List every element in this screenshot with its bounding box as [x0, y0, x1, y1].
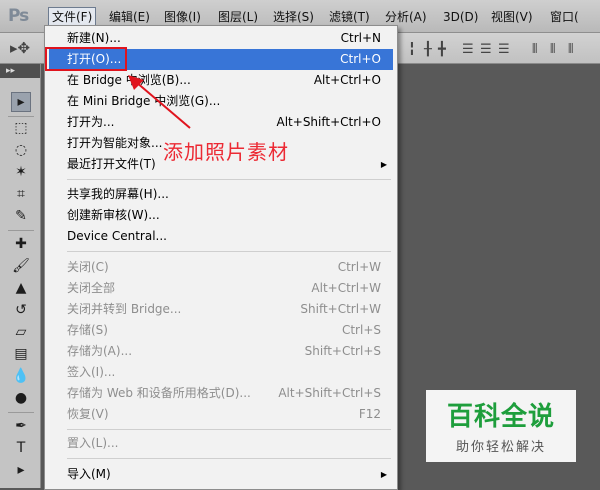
dodge-tool-icon[interactable]: ● [11, 388, 31, 408]
menu-item-import[interactable]: 导入(M) ▶ [49, 464, 393, 485]
menu-divider [67, 458, 391, 459]
annotation-arrow-icon [128, 75, 191, 129]
menu-item-share-screen[interactable]: 共享我的屏幕(H)... [49, 184, 393, 205]
menu-item-close-all[interactable]: 关闭全部 Alt+Ctrl+W [49, 278, 393, 299]
align-top-icon[interactable]: ╏ [408, 42, 416, 57]
distribute-bottom-icon[interactable]: ☰ [498, 42, 510, 57]
tool-divider [8, 412, 34, 413]
pen-tool-icon[interactable]: ✒ [11, 416, 31, 436]
distribute-right-icon[interactable]: ⫴ [568, 42, 573, 57]
distribute-hcenter-icon[interactable]: ⫴ [550, 42, 555, 57]
watermark: 百科全说 助你轻松解决 [426, 390, 576, 462]
annotation-text: 添加照片素材 [163, 140, 289, 164]
menu-item-save[interactable]: 存储(S) Ctrl+S [49, 320, 393, 341]
eraser-tool-icon[interactable]: ▱ [11, 322, 31, 342]
gradient-tool-icon[interactable]: ▤ [11, 344, 31, 364]
photoshop-logo: Ps [8, 6, 29, 26]
tools-panel: ▸▸ ▸ ⬚ ◌ ✶ ⌗ ✎ ✚ 🖌 ▲ ↺ ▱ ▤ 💧 ● ✒ T ▸ [0, 64, 41, 488]
eyedropper-icon[interactable]: ✎ [11, 206, 31, 226]
menu-view[interactable]: 视图(V) [488, 8, 536, 26]
move-tool-icon[interactable]: ▸ [11, 92, 31, 112]
menu-item-save-for-web[interactable]: 存储为 Web 和设备所用格式(D)... Alt+Shift+Ctrl+S [49, 383, 393, 404]
menu-item-device-central[interactable]: Device Central... [49, 226, 393, 247]
magic-wand-icon[interactable]: ✶ [11, 162, 31, 182]
menu-item-create-review[interactable]: 创建新审核(W)... [49, 205, 393, 226]
menu-item-browse-bridge[interactable]: 在 Bridge 中浏览(B)... Alt+Ctrl+O [49, 70, 393, 91]
distribute-top-icon[interactable]: ☰ [462, 42, 474, 57]
menu-item-close[interactable]: 关闭(C) Ctrl+W [49, 257, 393, 278]
menu-item-new[interactable]: 新建(N)... Ctrl+N [49, 28, 393, 49]
menu-item-revert[interactable]: 恢复(V) F12 [49, 404, 393, 425]
tool-divider [8, 116, 34, 117]
menu-file[interactable]: 文件(F) [48, 7, 97, 27]
marquee-tool-icon[interactable]: ⬚ [11, 118, 31, 138]
healing-brush-icon[interactable]: ✚ [11, 234, 31, 254]
menu-item-close-go-bridge[interactable]: 关闭并转到 Bridge... Shift+Ctrl+W [49, 299, 393, 320]
submenu-arrow-icon: ▶ [380, 160, 387, 169]
align-bottom-icon[interactable]: ╋ [438, 42, 446, 57]
menu-3d[interactable]: 3D(D) [440, 8, 481, 26]
menu-item-browse-mini-bridge[interactable]: 在 Mini Bridge 中浏览(G)... [49, 91, 393, 112]
menu-item-check-in[interactable]: 签入(I)... [49, 362, 393, 383]
tool-divider [8, 230, 34, 231]
menu-item-open-as[interactable]: 打开为... Alt+Shift+Ctrl+O [49, 112, 393, 133]
menu-layer[interactable]: 图层(L) [215, 8, 261, 26]
menu-filter[interactable]: 滤镜(T) [326, 8, 373, 26]
menu-item-place[interactable]: 置入(L)... [49, 433, 393, 454]
file-menu-dropdown: 新建(N)... Ctrl+N 打开(O)... Ctrl+O 在 Bridge 中… [44, 25, 398, 490]
menu-analysis[interactable]: 分析(A) [382, 8, 430, 26]
panel-collapse-icon[interactable]: ▸▸ [0, 64, 40, 78]
crop-tool-icon[interactable]: ⌗ [11, 184, 31, 204]
submenu-arrow-icon: ▶ [380, 470, 387, 479]
clone-stamp-icon[interactable]: ▲ [11, 278, 31, 298]
distribute-vcenter-icon[interactable]: ☰ [480, 42, 492, 57]
move-tool-icon[interactable]: ▸✥ [10, 39, 30, 57]
distribute-left-icon[interactable]: ⫴ [532, 42, 537, 57]
brush-tool-icon[interactable]: 🖌 [11, 256, 31, 276]
type-tool-icon[interactable]: T [11, 438, 31, 458]
history-brush-icon[interactable]: ↺ [11, 300, 31, 320]
path-selection-icon[interactable]: ▸ [11, 460, 31, 480]
menu-select[interactable]: 选择(S) [270, 8, 317, 26]
highlight-box [45, 47, 127, 71]
menu-edit[interactable]: 编辑(E) [106, 8, 153, 26]
menu-item-save-as[interactable]: 存储为(A)... Shift+Ctrl+S [49, 341, 393, 362]
watermark-title: 百科全说 [446, 402, 555, 432]
menu-divider [67, 179, 391, 180]
menu-divider [67, 251, 391, 252]
lasso-tool-icon[interactable]: ◌ [11, 140, 31, 160]
blur-tool-icon[interactable]: 💧 [11, 366, 31, 386]
menu-window[interactable]: 窗口( [547, 8, 582, 26]
watermark-subtitle: 助你轻松解决 [455, 440, 546, 455]
menu-divider [67, 429, 391, 430]
align-vcenter-icon[interactable]: ╂ [424, 42, 432, 57]
menu-image[interactable]: 图像(I) [161, 8, 204, 26]
